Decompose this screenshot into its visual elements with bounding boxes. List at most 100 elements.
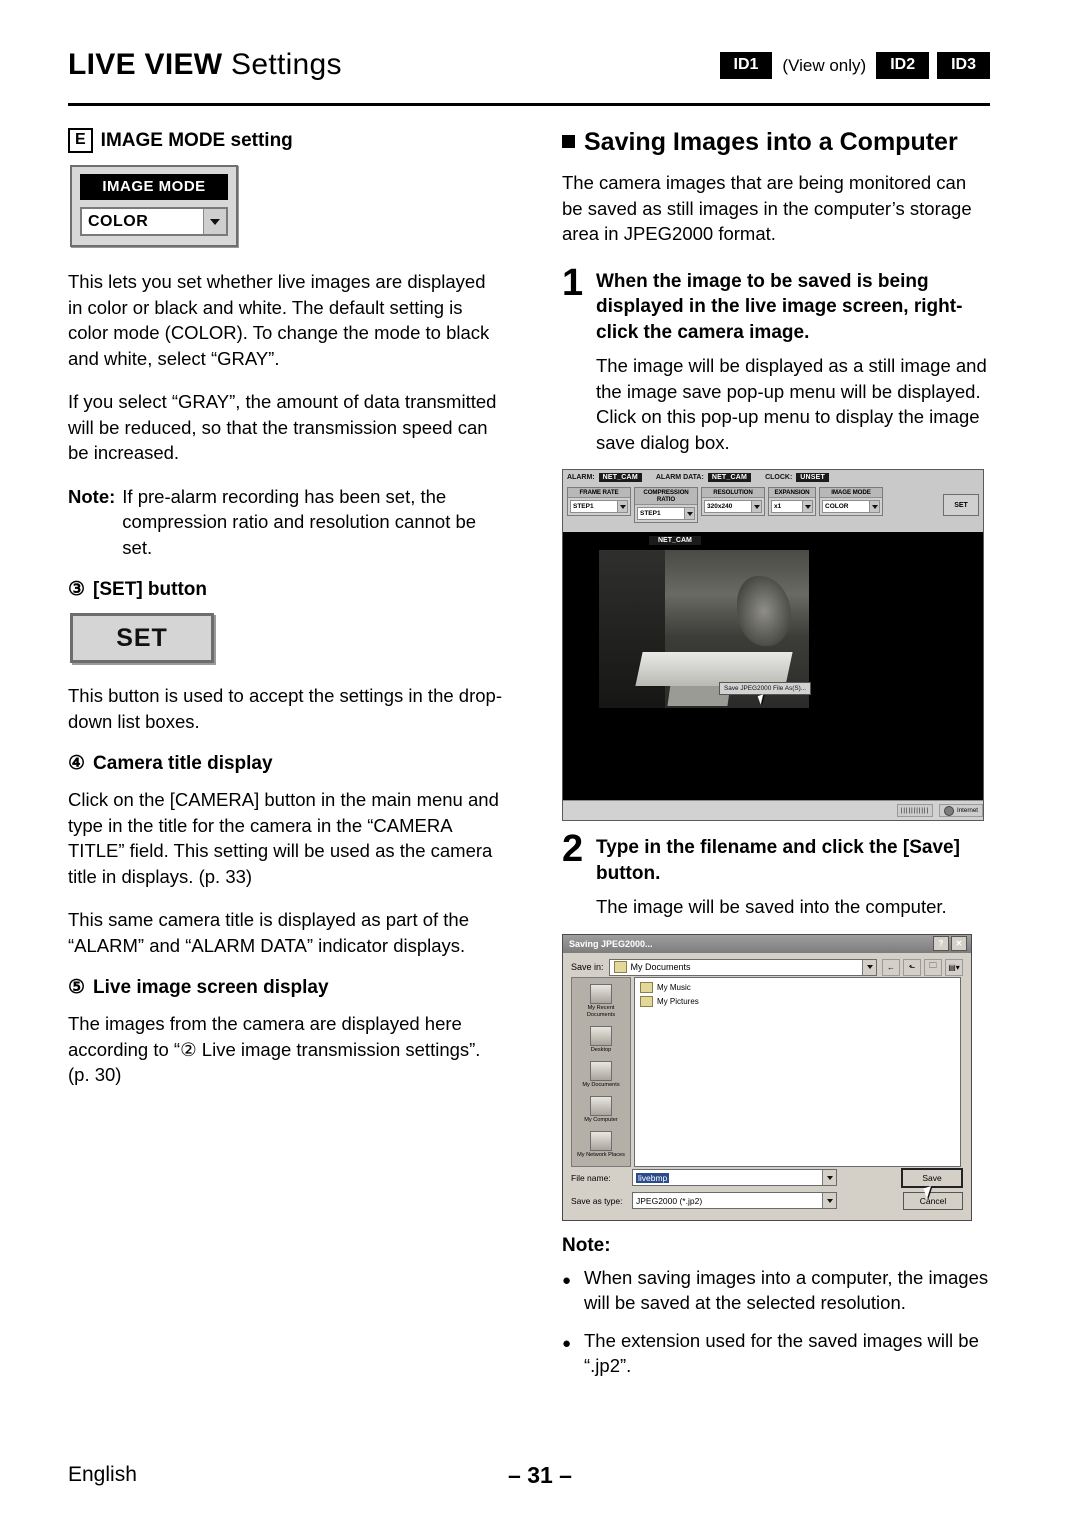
step-2-body: The image will be saved into the compute… xyxy=(596,896,947,917)
saving-images-heading: Saving Images into a Computer xyxy=(562,128,990,157)
my-documents-icon xyxy=(590,1060,612,1081)
help-icon[interactable]: ? xyxy=(933,936,949,951)
resolution-dropdown[interactable]: 320x240 xyxy=(704,500,762,513)
list-item[interactable]: My Music xyxy=(640,981,955,993)
image-mode-dropdown-shot[interactable]: COLOR xyxy=(822,500,880,513)
dialog-titlebar: Saving JPEG2000... ? ✕ xyxy=(563,934,971,953)
chevron-down-icon[interactable] xyxy=(751,501,761,512)
chevron-down-icon[interactable] xyxy=(862,959,876,975)
square-bullet-icon xyxy=(562,135,575,148)
section-title-text: IMAGE MODE setting xyxy=(100,129,293,151)
dialog-title-text: Saving JPEG2000... xyxy=(569,938,653,949)
new-folder-icon[interactable]: 🗀 xyxy=(924,958,942,976)
set-button-shot[interactable]: SET xyxy=(943,494,979,516)
savetype-combobox[interactable]: JPEG2000 (*.jp2) xyxy=(632,1192,837,1209)
live-image-paragraph: The images from the camera are displayed… xyxy=(68,1013,481,1085)
resolution-control[interactable]: RESOLUTION 320x240 xyxy=(701,487,765,516)
chevron-down-icon[interactable] xyxy=(869,501,879,512)
chevron-down-icon[interactable] xyxy=(822,1193,836,1208)
chevron-down-icon[interactable] xyxy=(684,508,694,519)
image-mode-paragraph-1: This lets you set whether live images ar… xyxy=(68,271,490,369)
back-icon[interactable]: ← xyxy=(882,958,900,976)
image-mode-dropdown[interactable]: COLOR xyxy=(80,207,228,236)
footer-page-number: – 31 – xyxy=(508,1462,572,1488)
bullet-icon: ● xyxy=(562,1334,572,1352)
save-in-row: Save in: My Documents ← ⬑ 🗀 ▤▾ xyxy=(563,953,971,980)
filename-label: File name: xyxy=(571,1172,611,1183)
close-icon[interactable]: ✕ xyxy=(951,936,967,951)
camera-title-heading: ④ Camera title display xyxy=(68,752,503,775)
save-popup-menu[interactable]: Save JPEG2000 File As(S)... xyxy=(719,682,812,695)
step-1-number: 1 xyxy=(562,261,584,304)
up-folder-icon[interactable]: ⬑ xyxy=(903,958,921,976)
image-mode-header: IMAGE MODE xyxy=(820,488,882,498)
filename-input[interactable]: livebmp xyxy=(632,1169,837,1186)
id2-badge: ID2 xyxy=(876,52,930,79)
step-1-title: When the image to be saved is being disp… xyxy=(596,270,963,343)
chevron-down-icon[interactable] xyxy=(617,501,627,512)
place-my-computer[interactable]: My Computer xyxy=(574,1095,628,1124)
camera-title-heading-text: Camera title display xyxy=(93,752,273,774)
set-button-paragraph: This button is used to accept the settin… xyxy=(68,685,502,732)
expansion-dropdown[interactable]: x1 xyxy=(771,500,813,513)
list-item[interactable]: My Pictures xyxy=(640,995,955,1007)
desktop-icon xyxy=(590,1025,612,1046)
header-divider xyxy=(68,103,990,106)
note-text: If pre-alarm recording has been set, the… xyxy=(122,485,477,558)
alarm-bar: ALARM: NET_CAM ALARM DATA: NET_CAM CLOCK… xyxy=(563,470,983,485)
place-label: Desktop xyxy=(590,1046,612,1053)
page-title-bold: LIVE VIEW xyxy=(68,48,223,81)
compression-ratio-header: COMPRESSION RATIO xyxy=(635,488,697,505)
id-badge-group: ID1 (View only) ID2 ID3 xyxy=(719,52,990,79)
clock-label: CLOCK: xyxy=(765,474,793,481)
place-my-network-places[interactable]: My Network Places xyxy=(574,1130,628,1159)
chevron-down-icon[interactable] xyxy=(802,501,812,512)
dialog-toolbar: ← ⬑ 🗀 ▤▾ xyxy=(882,958,963,976)
item-number-3: ③ xyxy=(68,579,86,600)
live-image-area[interactable]: NET_CAM Save JPEG2000 File As(S)... xyxy=(563,532,983,800)
item-number-5: ⑤ xyxy=(68,977,86,998)
set-button-label: SET xyxy=(116,623,168,652)
page-title-light: Settings xyxy=(222,48,342,81)
place-my-documents[interactable]: My Documents xyxy=(574,1060,628,1089)
page-header: LIVE VIEW Settings ID1 (View only) ID2 I… xyxy=(68,48,990,100)
chevron-down-icon[interactable] xyxy=(822,1170,836,1185)
dialog-title-buttons: ? ✕ xyxy=(933,936,971,951)
id3-badge: ID3 xyxy=(937,52,990,79)
clock-value: UNSET xyxy=(796,473,830,482)
saving-images-heading-text: Saving Images into a Computer xyxy=(584,128,958,156)
compression-ratio-dropdown[interactable]: STEP1 xyxy=(637,507,695,520)
image-mode-widget-title: IMAGE MODE xyxy=(80,174,228,200)
set-button-heading: ③ [SET] button xyxy=(68,578,503,601)
file-list[interactable]: My Music My Pictures xyxy=(634,976,961,1167)
places-bar: My Recent Documents Desktop My Documents… xyxy=(571,976,631,1167)
save-button[interactable]: Save xyxy=(901,1167,963,1188)
compression-ratio-control[interactable]: COMPRESSION RATIO STEP1 xyxy=(634,487,698,523)
page-title: LIVE VIEW Settings xyxy=(68,48,342,82)
control-bar: FRAME RATE STEP1 COMPRESSION RATIO STEP1… xyxy=(563,485,983,527)
filename-value: livebmp xyxy=(636,1172,670,1183)
image-mode-control[interactable]: IMAGE MODE COLOR xyxy=(819,487,883,516)
save-dialog-screenshot: Saving JPEG2000... ? ✕ Save in: My Docum… xyxy=(562,933,972,1221)
file-name: My Pictures xyxy=(657,996,699,1006)
notes-heading: Note: xyxy=(562,1234,611,1256)
set-button-graphic[interactable]: SET xyxy=(70,613,214,663)
views-icon[interactable]: ▤▾ xyxy=(945,958,963,976)
savetype-value: JPEG2000 (*.jp2) xyxy=(636,1195,703,1206)
folder-icon xyxy=(640,995,653,1007)
expansion-value: x1 xyxy=(774,503,782,510)
place-desktop[interactable]: Desktop xyxy=(574,1025,628,1054)
chevron-down-icon[interactable] xyxy=(203,209,226,234)
my-computer-icon xyxy=(590,1095,612,1116)
recent-documents-icon xyxy=(590,983,612,1004)
alarm-data-value: NET_CAM xyxy=(707,473,752,482)
save-in-combobox[interactable]: My Documents xyxy=(608,958,877,976)
camera-title-paragraph-1: Click on the [CAMERA] button in the main… xyxy=(68,789,499,887)
frame-rate-control[interactable]: FRAME RATE STEP1 xyxy=(567,487,631,516)
image-mode-value-shot: COLOR xyxy=(825,503,849,510)
manual-page: LIVE VIEW Settings ID1 (View only) ID2 I… xyxy=(0,0,1080,1529)
frame-rate-dropdown[interactable]: STEP1 xyxy=(570,500,628,513)
expansion-control[interactable]: EXPANSION x1 xyxy=(768,487,816,516)
savetype-label: Save as type: xyxy=(571,1195,623,1206)
place-my-recent-documents[interactable]: My Recent Documents xyxy=(574,983,628,1019)
